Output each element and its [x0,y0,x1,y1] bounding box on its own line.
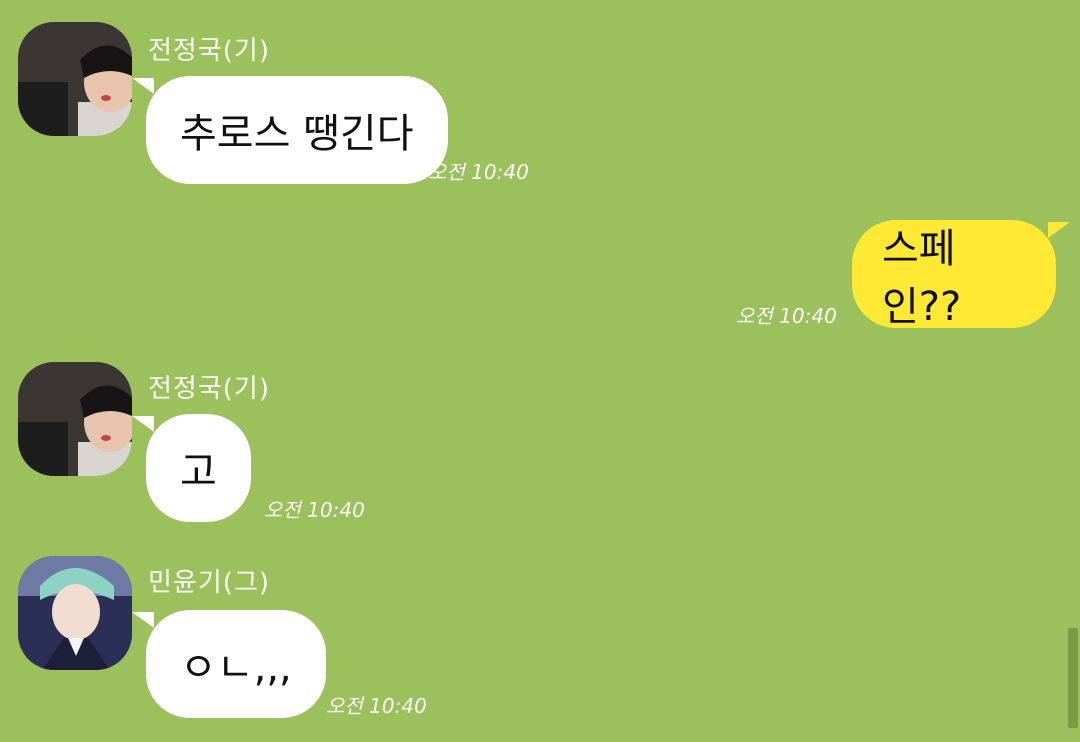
message-text: 추로스 땡긴다 [180,111,414,157]
message-bubble[interactable]: 추로스 땡긴다 [132,76,448,184]
message-time: 오전 10:40 [736,304,837,328]
message-bubble[interactable]: 스페인?? [852,220,1070,330]
avatar-jungkook[interactable] [18,22,132,136]
bubble-tail [1048,222,1070,238]
scrollbar[interactable] [1068,628,1078,728]
bubble-tail [132,78,154,94]
sender-name: 민윤기(그) [148,568,270,598]
message-text: ㅇㄴ,,, [180,645,292,691]
message-text: 고 [180,449,217,495]
avatar-yoongi[interactable] [18,556,132,670]
profile-photo-icon [18,362,132,476]
bubble-tail [132,416,154,432]
message-bubble[interactable]: ㅇㄴ,,, [132,610,326,718]
sender-name: 전정국(기) [148,374,270,404]
chat-area[interactable]: 전정국(기) 추로스 땡긴다 오전 10:40 오전 10:40 스페인?? 전… [0,0,1080,742]
profile-photo-icon [18,22,132,136]
message-time: 오전 10:40 [264,498,365,522]
message-time: 오전 10:40 [326,694,427,718]
sender-name: 전정국(기) [148,36,270,66]
bubble-tail [132,612,154,628]
avatar-jungkook[interactable] [18,362,132,476]
profile-photo-icon [18,556,132,670]
message-bubble[interactable]: 고 [132,414,251,522]
message-time: 오전 10:40 [428,160,529,184]
message-text: 스페인?? [882,226,962,330]
